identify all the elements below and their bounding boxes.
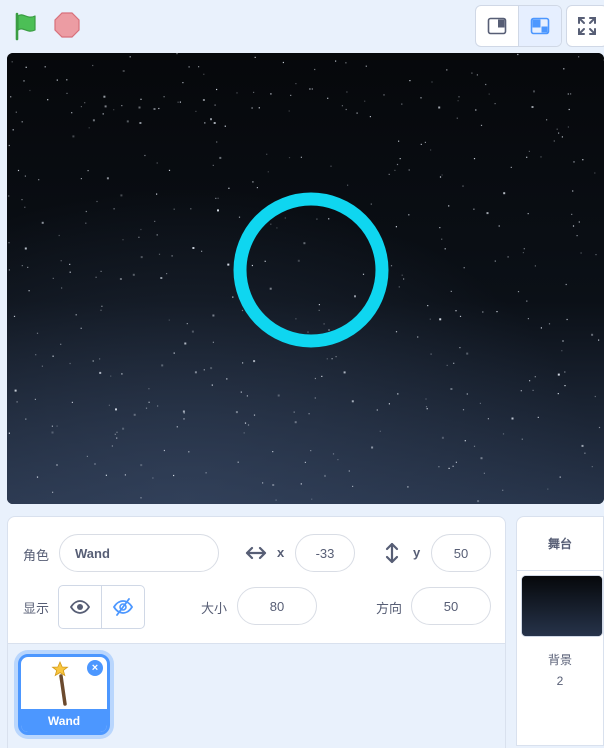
backdrops-label: 背景 <box>547 653 572 667</box>
eye-icon <box>70 600 90 614</box>
sprite-tile[interactable]: × Wand <box>18 654 110 735</box>
stop-button[interactable] <box>52 10 82 40</box>
backdrops-count: 2 <box>556 674 564 688</box>
y-arrows-icon <box>385 542 399 564</box>
fullscreen-icon <box>578 17 596 35</box>
x-arrows-icon <box>245 546 267 560</box>
eye-slash-icon <box>113 598 133 616</box>
x-input[interactable]: -33 <box>295 534 355 572</box>
show-label: 显示 <box>23 601 50 616</box>
stop-icon <box>54 12 80 38</box>
starfield-backdrop <box>7 53 604 504</box>
delete-sprite-button[interactable]: × <box>87 660 103 676</box>
green-flag-icon <box>15 12 36 41</box>
stage-panel-header: 舞台 <box>517 517 603 571</box>
sprite-info-panel: 角色 Wand x -33 y 50 显示 大小 80 方向 50 × Wand <box>7 516 506 748</box>
y-label: y <box>413 545 421 560</box>
sprite-tile-name: Wand <box>21 709 107 732</box>
direction-input[interactable]: 50 <box>411 587 491 625</box>
stage-header-bar <box>0 0 604 52</box>
stage-canvas[interactable] <box>7 53 604 504</box>
sprite-info-area: 角色 Wand x -33 y 50 显示 大小 80 方向 50 <box>8 517 505 643</box>
stage-selector-panel[interactable]: 舞台 背景 2 <box>516 516 604 746</box>
size-input[interactable]: 80 <box>237 587 317 625</box>
sprite-list: × Wand <box>8 643 505 748</box>
visibility-toggle <box>58 585 145 629</box>
y-input[interactable]: 50 <box>431 534 491 572</box>
normal-stage-button[interactable] <box>518 6 561 46</box>
sprite-label: 角色 <box>23 548 50 563</box>
backdrop-thumbnail <box>521 575 603 637</box>
direction-label: 方向 <box>376 601 403 616</box>
hide-sprite-button[interactable] <box>101 586 144 628</box>
wand-thumbnail <box>51 661 69 706</box>
small-stage-mode-icon <box>487 17 507 35</box>
sprite-name-field[interactable]: Wand <box>59 534 219 572</box>
green-flag-button[interactable] <box>10 10 42 42</box>
normal-stage-mode-icon <box>530 17 550 35</box>
show-sprite-button[interactable] <box>59 586 101 628</box>
fullscreen-button[interactable] <box>566 5 604 47</box>
size-label: 大小 <box>201 601 228 616</box>
small-stage-button[interactable] <box>476 6 518 46</box>
stage-size-toggle <box>475 5 562 47</box>
x-label: x <box>277 545 285 560</box>
